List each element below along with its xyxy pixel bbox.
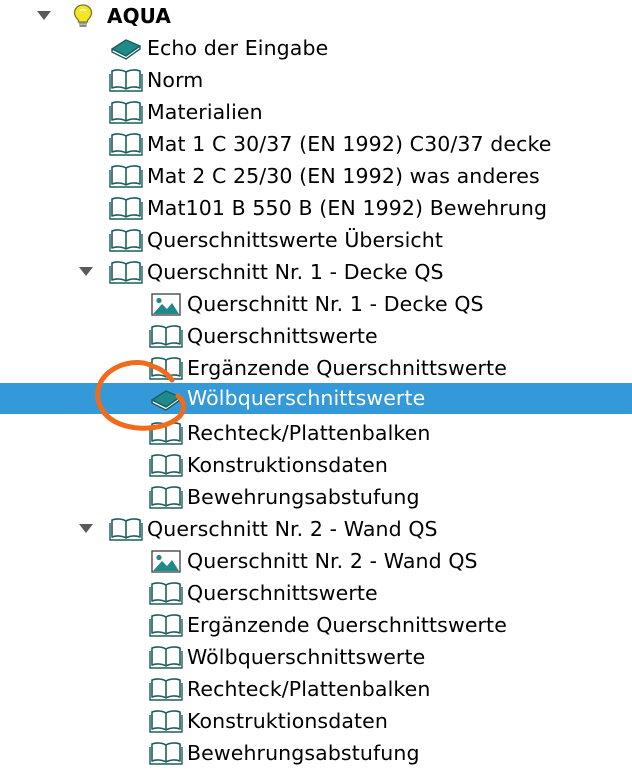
tree-child-item[interactable]: Rechteck/Plattenbalken: [0, 417, 632, 449]
tree-child-item-selected[interactable]: Wölbquerschnittswerte: [0, 383, 632, 414]
book-open-icon: [149, 486, 183, 509]
tree-item-label: Echo der Eingabe: [147, 36, 329, 60]
book-open-icon: [109, 229, 143, 252]
tree-item-label: Materialien: [147, 100, 263, 124]
tree-child-label: Ergänzende Querschnittswerte: [187, 613, 507, 637]
tree-child-item[interactable]: Ergänzende Querschnittswerte: [0, 609, 632, 641]
tree-child-label: Ergänzende Querschnittswerte: [187, 356, 507, 380]
tree-child-label: Wölbquerschnittswerte: [187, 645, 426, 669]
tree-root-label: AQUA: [107, 4, 171, 28]
book-open-icon: [109, 69, 143, 92]
book-closed-icon: [151, 390, 181, 411]
tree-item-label: Norm: [147, 68, 204, 92]
image-icon: [151, 293, 181, 316]
tree-child-label: Bewehrungsabstufung: [187, 485, 420, 509]
tree-group-row[interactable]: Querschnitt Nr. 1 - Decke QS: [0, 256, 632, 288]
tree-child-item[interactable]: Querschnitt Nr. 1 - Decke QS: [0, 288, 632, 320]
lightbulb-icon: [73, 4, 93, 27]
tree-child-item[interactable]: Konstruktionsdaten: [0, 705, 632, 737]
tree-child-item[interactable]: Bewehrungsabstufung: [0, 737, 632, 769]
tree-child-label: Querschnittswerte: [187, 324, 378, 348]
expand-arrow-icon[interactable]: [79, 524, 93, 533]
tree-child-item[interactable]: Querschnittswerte: [0, 320, 632, 352]
book-open-icon: [109, 197, 143, 220]
book-open-icon: [149, 646, 183, 669]
book-open-icon: [149, 678, 183, 701]
book-open-icon: [109, 518, 143, 541]
book-open-icon: [109, 101, 143, 124]
book-open-icon: [149, 582, 183, 605]
book-open-icon: [109, 261, 143, 284]
tree-child-item[interactable]: Rechteck/Plattenbalken: [0, 673, 632, 705]
book-open-icon: [149, 422, 183, 445]
tree-item-label: Mat 2 C 25/30 (EN 1992) was anderes: [147, 164, 540, 188]
tree-item-label: Mat 1 C 30/37 (EN 1992) C30/37 decke: [147, 132, 552, 156]
tree-child-label: Querschnittswerte: [187, 581, 378, 605]
tree-child-label: Querschnitt Nr. 1 - Decke QS: [187, 292, 484, 316]
expand-arrow-icon[interactable]: [79, 267, 93, 276]
expand-arrow-icon[interactable]: [37, 11, 51, 20]
tree-child-label: Rechteck/Plattenbalken: [187, 677, 431, 701]
book-closed-icon: [111, 39, 141, 60]
book-open-icon: [149, 710, 183, 733]
tree-item-label: Mat101 B 550 B (EN 1992) Bewehrung: [147, 196, 548, 220]
tree-child-label: Konstruktionsdaten: [187, 453, 388, 477]
tree-group-row[interactable]: Querschnitt Nr. 2 - Wand QS: [0, 513, 632, 545]
book-open-icon: [109, 133, 143, 156]
book-open-icon: [149, 325, 183, 348]
tree-item[interactable]: Materialien: [0, 96, 632, 128]
tree-child-label: Wölbquerschnittswerte: [187, 386, 426, 410]
tree-child-label: Konstruktionsdaten: [187, 709, 388, 733]
report-tree: AQUA Echo der Eingabe Norm Materialien M…: [0, 0, 632, 778]
tree-item[interactable]: Norm: [0, 64, 632, 96]
book-open-icon: [109, 165, 143, 188]
tree-child-item[interactable]: Querschnittswerte: [0, 577, 632, 609]
book-open-icon: [149, 454, 183, 477]
book-open-icon: [149, 742, 183, 765]
tree-item-label: Querschnittswerte Übersicht: [147, 228, 443, 252]
tree-group-label: Querschnitt Nr. 2 - Wand QS: [147, 517, 438, 541]
tree-group-label: Querschnitt Nr. 1 - Decke QS: [147, 260, 444, 284]
tree-item[interactable]: Mat 2 C 25/30 (EN 1992) was anderes: [0, 160, 632, 192]
tree-child-label: Querschnitt Nr. 2 - Wand QS: [187, 549, 478, 573]
tree-child-label: Rechteck/Plattenbalken: [187, 421, 431, 445]
book-open-icon: [149, 614, 183, 637]
tree-child-item[interactable]: Konstruktionsdaten: [0, 449, 632, 481]
tree-item[interactable]: Querschnittswerte Übersicht: [0, 224, 632, 256]
tree-child-item[interactable]: Ergänzende Querschnittswerte: [0, 352, 632, 384]
tree-child-item[interactable]: Bewehrungsabstufung: [0, 481, 632, 513]
tree-child-item[interactable]: Querschnitt Nr. 2 - Wand QS: [0, 545, 632, 577]
tree-item[interactable]: Mat 1 C 30/37 (EN 1992) C30/37 decke: [0, 128, 632, 160]
tree-item[interactable]: Echo der Eingabe: [0, 32, 632, 64]
book-open-icon: [149, 357, 183, 380]
tree-child-label: Bewehrungsabstufung: [187, 741, 420, 765]
image-icon: [151, 550, 181, 573]
tree-child-item[interactable]: Wölbquerschnittswerte: [0, 641, 632, 673]
tree-item[interactable]: Mat101 B 550 B (EN 1992) Bewehrung: [0, 192, 632, 224]
tree-root-row[interactable]: AQUA: [0, 0, 632, 32]
